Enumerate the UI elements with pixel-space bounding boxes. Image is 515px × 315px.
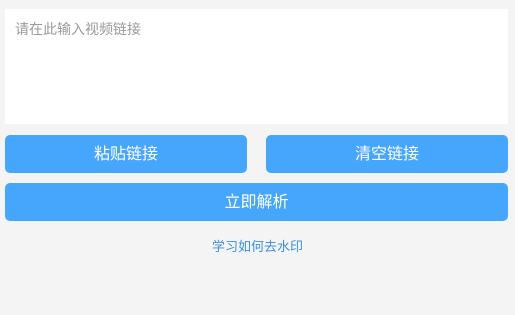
video-link-input[interactable] xyxy=(5,9,508,124)
clear-link-button[interactable]: 清空链接 xyxy=(266,135,508,173)
parse-now-button[interactable]: 立即解析 xyxy=(5,183,508,221)
paste-link-button[interactable]: 粘贴链接 xyxy=(5,135,247,173)
remove-watermark-help-link[interactable]: 学习如何去水印 xyxy=(0,236,515,255)
